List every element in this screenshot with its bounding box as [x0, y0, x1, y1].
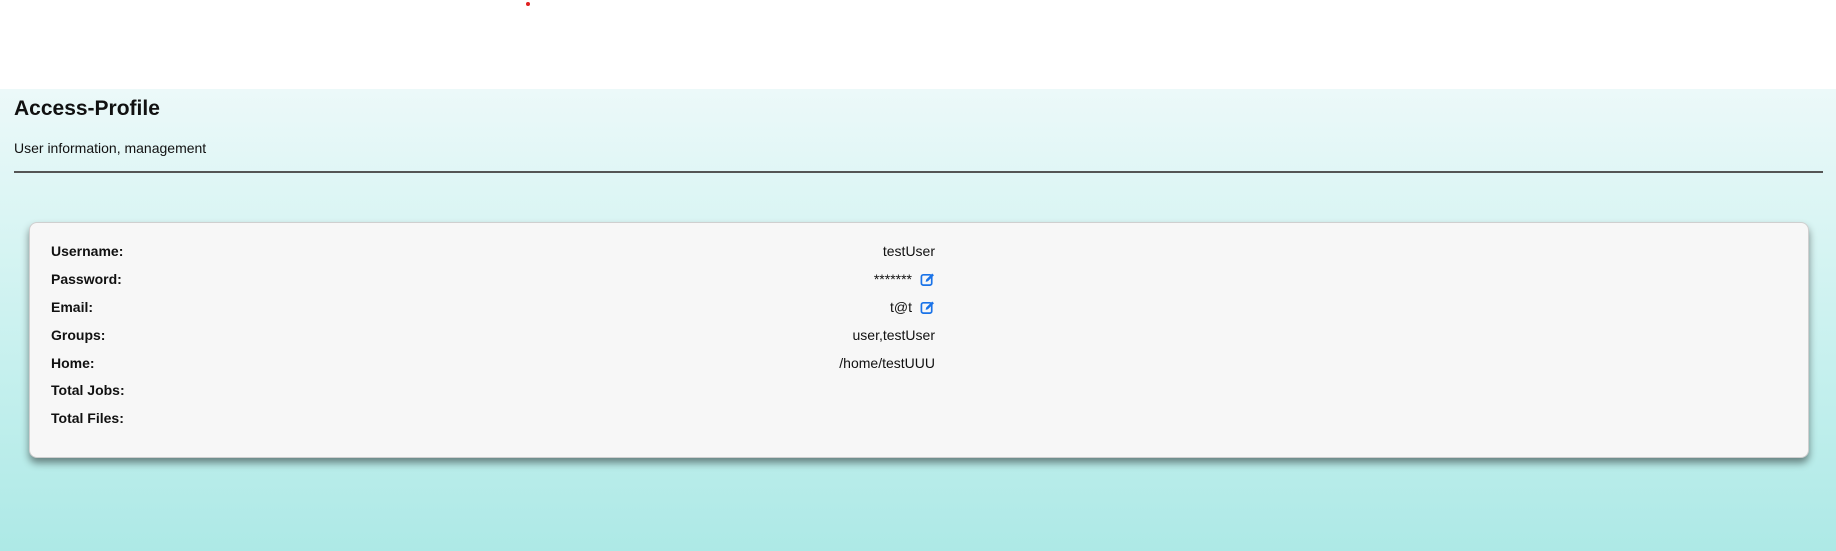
email-value: t@t: [890, 299, 912, 315]
total-jobs-label: Total Jobs:: [51, 382, 125, 398]
indicator-dot: [526, 2, 530, 6]
edit-icon[interactable]: [920, 300, 935, 315]
username-label: Username:: [51, 243, 124, 259]
edit-icon[interactable]: [920, 272, 935, 287]
page-title: Access-Profile: [14, 97, 160, 120]
main-content: Access-Profile User information, managem…: [0, 89, 1836, 551]
password-label: Password:: [51, 271, 122, 287]
profile-row-total-files: Total Files:: [51, 408, 935, 430]
email-label: Email:: [51, 299, 94, 315]
home-label: Home:: [51, 355, 95, 371]
top-bar: [0, 0, 1836, 89]
profile-row-home: Home: /home/testUUU: [51, 353, 935, 375]
profile-card: Username: testUser Password: ******* Ema…: [29, 222, 1809, 458]
groups-value: user,testUser: [852, 327, 935, 343]
username-value: testUser: [882, 243, 935, 259]
profile-row-email: Email: t@t: [51, 297, 935, 319]
profile-row-username: Username: testUser: [51, 241, 935, 263]
profile-row-total-jobs: Total Jobs:: [51, 380, 935, 402]
total-files-label: Total Files:: [51, 410, 124, 426]
groups-label: Groups:: [51, 327, 106, 343]
home-value: /home/testUUU: [839, 355, 935, 371]
profile-row-password: Password: *******: [51, 269, 935, 291]
profile-row-groups: Groups: user,testUser: [51, 325, 935, 347]
password-value: *******: [873, 271, 912, 287]
divider: [14, 171, 1823, 173]
page-subtitle: User information, management: [14, 140, 207, 156]
